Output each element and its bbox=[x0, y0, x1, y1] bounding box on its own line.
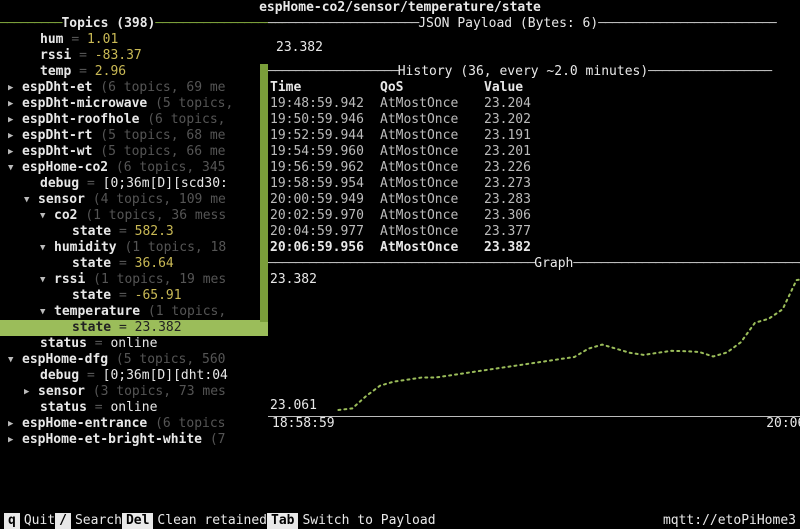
chevron-right-icon bbox=[8, 144, 22, 160]
tree-leaf[interactable]: state = -65.91 bbox=[0, 288, 268, 304]
history-row[interactable]: 19:54:59.960AtMostOnce23.201 bbox=[268, 144, 800, 160]
history-row[interactable]: 19:56:59.962AtMostOnce23.226 bbox=[268, 160, 800, 176]
del-key[interactable]: Del bbox=[122, 513, 153, 529]
tree-leaf[interactable]: state = 36.64 bbox=[0, 256, 268, 272]
topic-tree[interactable]: hum = 1.01 rssi = -83.37 temp = 2.96 esp… bbox=[0, 32, 268, 512]
history-row[interactable]: 19:48:59.942AtMostOnce23.204 bbox=[268, 96, 800, 112]
chevron-right-icon bbox=[8, 96, 22, 112]
history-header: ───────────────────History (36, every ~2… bbox=[268, 64, 800, 80]
payload-value: 23.382 bbox=[268, 32, 800, 64]
history-row[interactable]: 20:00:59.949AtMostOnce23.283 bbox=[268, 192, 800, 208]
tree-branch[interactable]: espDht-microwave (5 topics, bbox=[0, 96, 268, 112]
graph-plot bbox=[268, 272, 800, 416]
chevron-down-icon bbox=[24, 192, 38, 208]
tree-leaf[interactable]: temp = 2.96 bbox=[0, 64, 268, 80]
history-row[interactable]: 20:02:59.970AtMostOnce23.306 bbox=[268, 208, 800, 224]
chevron-right-icon bbox=[8, 112, 22, 128]
tree-branch[interactable]: humidity (1 topics, 18 bbox=[0, 240, 268, 256]
tree-branch[interactable]: espDht-roofhole (6 topics, bbox=[0, 112, 268, 128]
topics-header: ─────────Topics (398)─────────────────── bbox=[0, 16, 268, 32]
tree-leaf[interactable]: state = 582.3 bbox=[0, 224, 268, 240]
quit-key[interactable]: q bbox=[4, 513, 20, 529]
tab-key[interactable]: Tab bbox=[267, 513, 298, 529]
chevron-right-icon bbox=[8, 80, 22, 96]
payload-header: ──────────────────────JSON Payload (Byte… bbox=[268, 16, 800, 32]
graph-header: ───────────────────────────────────────G… bbox=[268, 256, 800, 272]
chevron-down-icon bbox=[40, 272, 54, 288]
broker-url: mqtt://etoPiHome3 bbox=[663, 513, 796, 529]
chevron-down-icon bbox=[8, 160, 22, 176]
tree-branch[interactable]: espHome-et-bright-white (7 bbox=[0, 432, 268, 448]
history-row[interactable]: 19:52:59.944AtMostOnce23.191 bbox=[268, 128, 800, 144]
graph-xmax: 20:06:59 bbox=[766, 417, 800, 432]
tree-leaf[interactable]: rssi = -83.37 bbox=[0, 48, 268, 64]
chevron-right-icon bbox=[8, 128, 22, 144]
chevron-down-icon bbox=[40, 304, 54, 320]
topics-panel: ─────────Topics (398)───────────────────… bbox=[0, 16, 268, 512]
history-row[interactable]: 19:50:59.946AtMostOnce23.202 bbox=[268, 112, 800, 128]
footer-bar: qQuit /Search DelClean retained TabSwitc… bbox=[0, 512, 800, 529]
chevron-right-icon bbox=[24, 384, 38, 400]
tab-label: Switch to Payload bbox=[302, 513, 435, 529]
topic-path: espHome-co2/sensor/temperature/state bbox=[0, 0, 800, 16]
history-row[interactable]: 20:04:59.977AtMostOnce23.377 bbox=[268, 224, 800, 240]
tree-branch[interactable]: co2 (1 topics, 36 mess bbox=[0, 208, 268, 224]
tree-branch[interactable]: espDht-et (6 topics, 69 me bbox=[0, 80, 268, 96]
graph-xmin: 18:58:59 bbox=[272, 417, 335, 432]
tree-leaf-selected[interactable]: state = 23.382 bbox=[0, 320, 268, 336]
graph-ymax: 23.382 bbox=[270, 272, 317, 288]
tree-branch[interactable]: sensor (4 topics, 109 me bbox=[0, 192, 268, 208]
quit-label: Quit bbox=[24, 513, 55, 529]
tree-leaf[interactable]: hum = 1.01 bbox=[0, 32, 268, 48]
tree-leaf[interactable]: status = online bbox=[0, 400, 268, 416]
tree-branch[interactable]: temperature (1 topics, bbox=[0, 304, 268, 320]
search-label: Search bbox=[75, 513, 122, 529]
tree-leaf[interactable]: debug = [0;36m[D][scd30: bbox=[0, 176, 268, 192]
tree-branch[interactable]: rssi (1 topics, 19 mes bbox=[0, 272, 268, 288]
graph-ymin: 23.061 bbox=[270, 398, 317, 414]
search-key[interactable]: / bbox=[55, 513, 71, 529]
history-row[interactable]: 20:06:59.956AtMostOnce23.382 bbox=[268, 240, 800, 256]
chevron-down-icon bbox=[40, 208, 54, 224]
del-label: Clean retained bbox=[157, 513, 267, 529]
history-row[interactable]: 19:58:59.954AtMostOnce23.273 bbox=[268, 176, 800, 192]
graph-panel: 23.382 23.061 18:58:59 20:06:59 bbox=[268, 272, 800, 432]
tree-leaf[interactable]: debug = [0;36m[D][dht:04 bbox=[0, 368, 268, 384]
chevron-down-icon bbox=[8, 352, 22, 368]
chevron-right-icon bbox=[8, 416, 22, 432]
chevron-right-icon bbox=[8, 432, 22, 448]
tree-branch[interactable]: espHome-dfg (5 topics, 560 bbox=[0, 352, 268, 368]
tree-leaf[interactable]: status = online bbox=[0, 336, 268, 352]
tree-scrollbar[interactable] bbox=[260, 32, 268, 512]
chevron-down-icon bbox=[40, 240, 54, 256]
tree-branch[interactable]: sensor (3 topics, 73 mes bbox=[0, 384, 268, 400]
tree-branch[interactable]: espHome-entrance (6 topics bbox=[0, 416, 268, 432]
tree-branch[interactable]: espDht-rt (5 topics, 68 me bbox=[0, 128, 268, 144]
scroll-thumb[interactable] bbox=[260, 64, 268, 322]
history-columns: Time QoS Value bbox=[268, 80, 800, 96]
tree-branch[interactable]: espDht-wt (5 topics, 66 me bbox=[0, 144, 268, 160]
tree-branch[interactable]: espHome-co2 (6 topics, 345 bbox=[0, 160, 268, 176]
history-table: Time QoS Value 19:48:59.942AtMostOnce23.… bbox=[268, 80, 800, 256]
